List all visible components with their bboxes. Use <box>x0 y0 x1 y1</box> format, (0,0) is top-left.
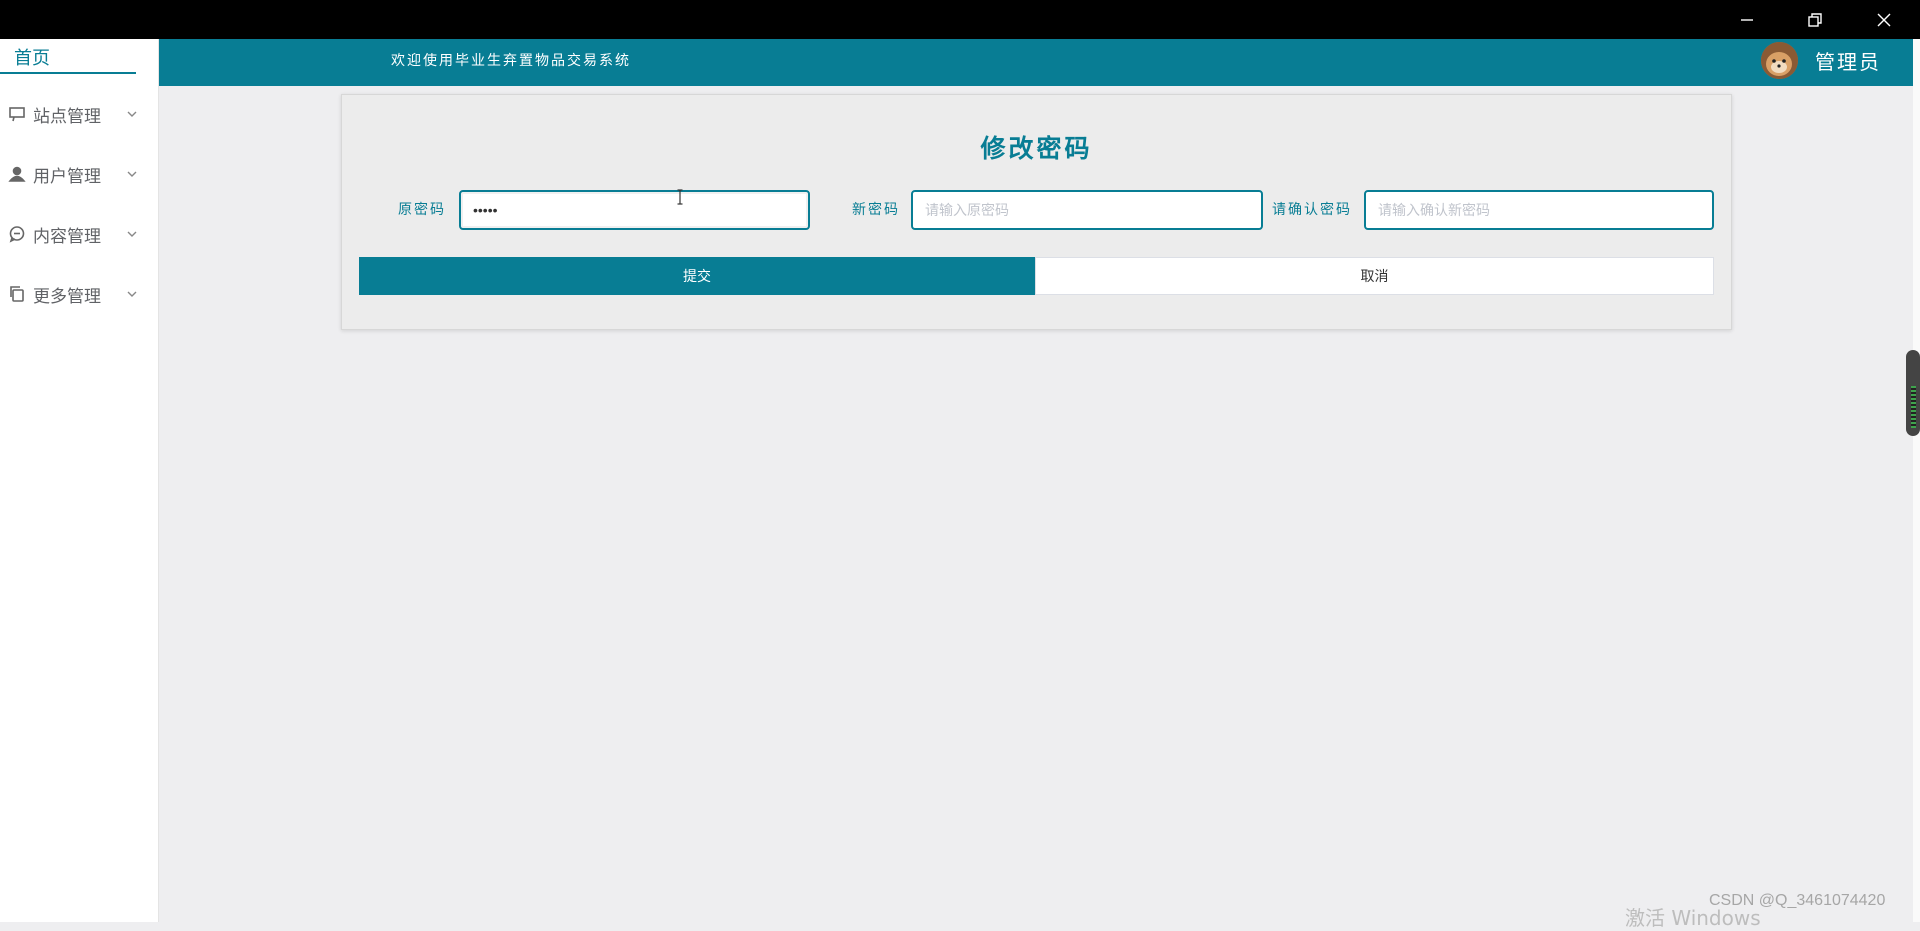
sidebar-item-home[interactable]: 首页 <box>0 39 136 74</box>
top-header: 欢迎使用毕业生弃置物品交易系统 管理员 <box>159 39 1913 86</box>
sidebar-item-user-management[interactable]: 用户管理 <box>0 152 158 196</box>
old-password-field[interactable] <box>459 190 810 230</box>
copy-icon <box>8 285 26 303</box>
submit-button[interactable]: 提交 <box>359 257 1035 295</box>
user-name[interactable]: 管理员 <box>1815 46 1881 75</box>
desktop-icon <box>8 105 26 123</box>
new-password-field[interactable] <box>911 190 1263 230</box>
sidebar-home-label: 首页 <box>14 48 50 69</box>
scrollbar-thumb[interactable] <box>1906 350 1920 436</box>
sidebar-item-label: 站点管理 <box>33 107 101 127</box>
window-titlebar <box>0 0 1920 39</box>
close-icon[interactable] <box>1855 0 1913 39</box>
avatar[interactable] <box>1761 42 1798 79</box>
csdn-watermark: CSDN @Q_3461074420 <box>1709 892 1886 909</box>
minimize-icon[interactable] <box>1718 0 1776 39</box>
welcome-text: 欢迎使用毕业生弃置物品交易系统 <box>391 53 631 69</box>
sidebar-item-label: 更多管理 <box>33 287 101 307</box>
scrollbar-track <box>1913 39 1920 922</box>
confirm-password-label: 请确认密码 <box>1272 202 1352 218</box>
user-icon <box>8 165 26 183</box>
chevron-down-icon <box>126 225 138 237</box>
text-cursor-icon <box>677 189 683 205</box>
restore-icon[interactable] <box>1786 0 1844 39</box>
sidebar: 首页 站点管理 用户管理 内容管理 更多管理 <box>0 39 159 922</box>
chevron-down-icon <box>126 165 138 177</box>
new-password-label: 新密码 <box>852 202 900 218</box>
confirm-password-field[interactable] <box>1364 190 1714 230</box>
old-password-label: 原密码 <box>398 202 446 218</box>
chevron-down-icon <box>126 285 138 297</box>
sidebar-item-content-management[interactable]: 内容管理 <box>0 212 158 256</box>
sidebar-item-label: 用户管理 <box>33 167 101 187</box>
page-title: 修改密码 <box>980 134 1093 163</box>
chat-icon <box>8 225 26 243</box>
sidebar-item-more-management[interactable]: 更多管理 <box>0 272 158 316</box>
change-password-card: 修改密码 原密码 新密码 请确认密码 提交 取消 <box>341 94 1732 330</box>
sidebar-item-label: 内容管理 <box>33 227 101 247</box>
cancel-button[interactable]: 取消 <box>1035 257 1714 295</box>
chevron-down-icon <box>126 105 138 117</box>
sidebar-item-site-management[interactable]: 站点管理 <box>0 92 158 136</box>
